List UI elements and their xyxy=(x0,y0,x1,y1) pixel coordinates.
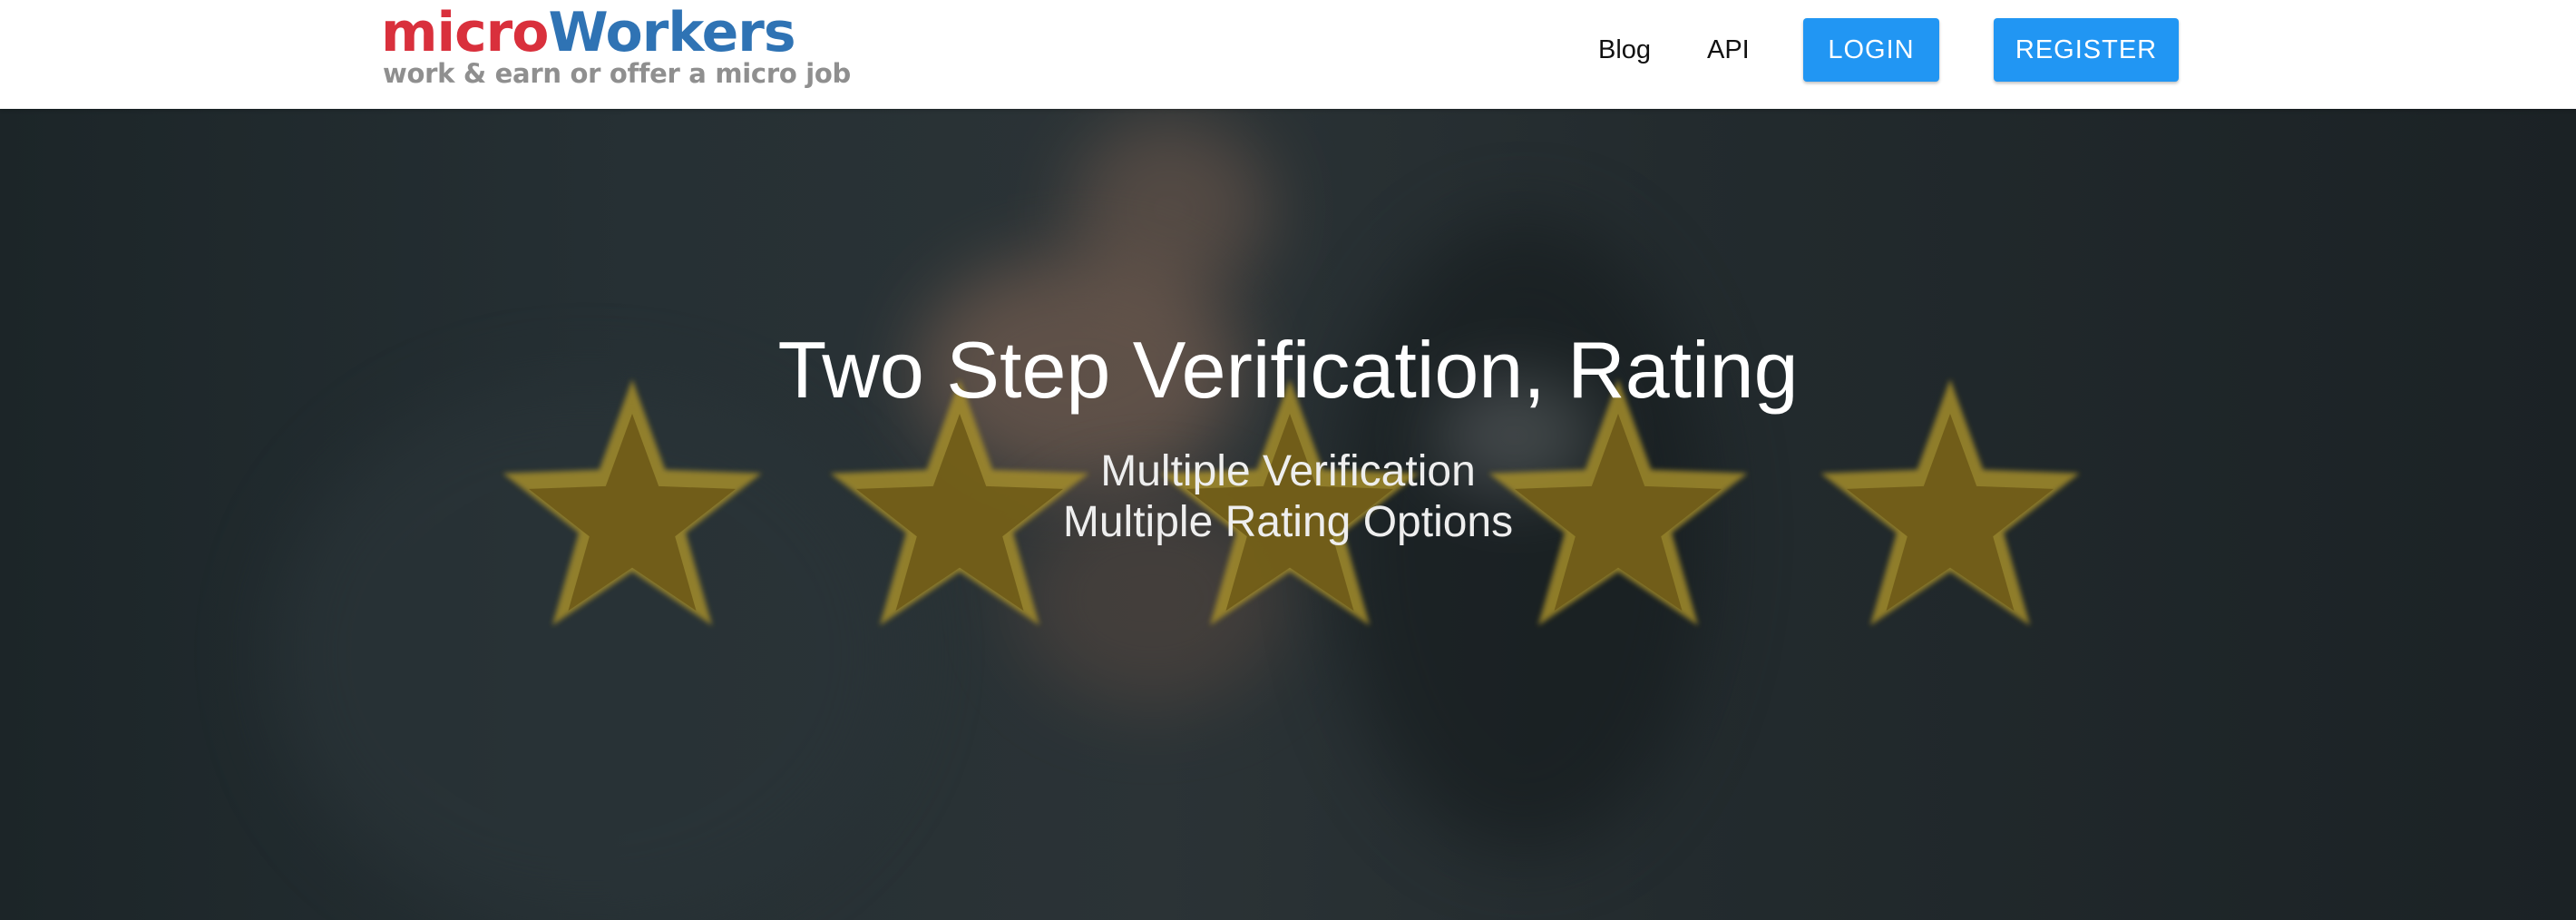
hero-subtitle-verification: Multiple Verification xyxy=(1100,447,1476,495)
logo-part-micro: micro xyxy=(381,1,549,64)
top-header: microWorkers work & earn or offer a micr… xyxy=(0,0,2576,109)
nav-api-link[interactable]: API xyxy=(1707,34,1750,65)
register-button[interactable]: REGISTER xyxy=(1994,18,2179,82)
nav-blog-link[interactable]: Blog xyxy=(1598,34,1651,65)
logo-wordmark: microWorkers xyxy=(381,0,796,65)
login-button[interactable]: LOGIN xyxy=(1803,18,1939,82)
microworkers-logo[interactable]: microWorkers work & earn or offer a micr… xyxy=(381,0,851,98)
hero-banner: Two Step Verification, Rating Multiple V… xyxy=(0,109,2576,920)
hero-title: Two Step Verification, Rating xyxy=(777,325,1799,415)
hero-subtitle-rating: Multiple Rating Options xyxy=(1062,498,1514,546)
logo-part-workers: Workers xyxy=(548,1,795,64)
logo-tagline: work & earn or offer a micro job xyxy=(383,58,851,89)
